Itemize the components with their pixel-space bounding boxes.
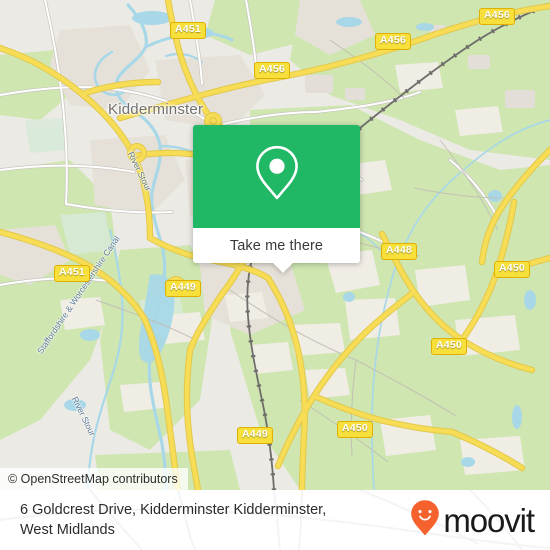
address-line-2: West Midlands — [20, 522, 115, 538]
page-root: Kidderminster River Stour River Stour St… — [0, 0, 550, 550]
location-popup-card[interactable]: Take me there — [193, 125, 360, 273]
road-shield-a456-west: A456 — [254, 62, 290, 79]
address-line-1: 6 Goldcrest Drive, Kidderminster Kidderm… — [20, 502, 327, 518]
map-pin-icon — [254, 144, 300, 209]
take-me-there-button[interactable]: Take me there — [193, 228, 360, 263]
road-shield-a450-mid: A450 — [431, 338, 467, 355]
road-shield-a456-east: A456 — [479, 8, 515, 25]
popup-pointer — [272, 262, 294, 273]
road-shield-a450-south: A450 — [337, 421, 373, 438]
footer-bar: 6 Goldcrest Drive, Kidderminster Kidderm… — [0, 490, 550, 550]
road-shield-a456-mid: A456 — [375, 33, 411, 50]
map-canvas[interactable]: Kidderminster River Stour River Stour St… — [0, 0, 550, 490]
road-shield-a451-north: A451 — [170, 22, 206, 39]
road-shield-a449-north: A449 — [165, 280, 201, 297]
road-shield-a448: A448 — [381, 243, 417, 260]
road-shield-a449-south: A449 — [237, 427, 273, 444]
moovit-logo[interactable]: moovit — [410, 499, 535, 542]
moovit-pin-icon — [410, 499, 440, 542]
address-block: 6 Goldcrest Drive, Kidderminster Kidderm… — [20, 500, 350, 540]
road-shield-a450-east: A450 — [494, 261, 530, 278]
road-shield-a451-west: A451 — [54, 265, 90, 282]
moovit-wordmark: moovit — [443, 501, 535, 539]
map-attribution[interactable]: © OpenStreetMap contributors — [0, 468, 188, 490]
take-me-there-label: Take me there — [229, 237, 324, 254]
popup-header — [193, 125, 360, 228]
